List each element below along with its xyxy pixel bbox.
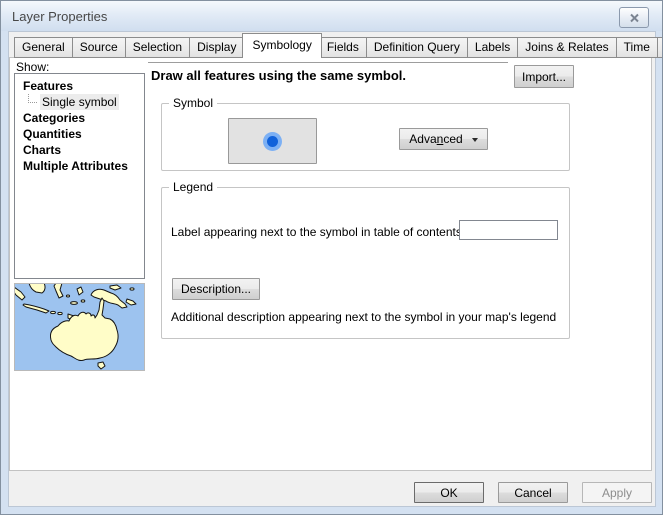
toc-label-input[interactable] <box>459 220 558 240</box>
description-button[interactable]: Description... <box>172 278 260 300</box>
toc-label-caption: Label appearing next to the symbol in ta… <box>171 225 465 239</box>
layer-properties-dialog: Layer Properties General Source Selectio… <box>0 0 663 515</box>
titlebar[interactable]: Layer Properties <box>1 1 662 31</box>
tab-source[interactable]: Source <box>73 37 126 58</box>
advanced-dropdown-button[interactable]: Advanced <box>399 128 488 150</box>
point-symbol-icon <box>263 132 282 151</box>
tree-item-single-symbol[interactable]: Single symbol <box>15 94 144 110</box>
dropdown-arrow-icon <box>472 138 478 145</box>
import-button[interactable]: Import... <box>514 65 574 88</box>
symbol-groupbox: Symbol <box>161 103 570 171</box>
additional-description-caption: Additional description appearing next to… <box>171 310 556 324</box>
tab-symbology[interactable]: Symbology <box>242 33 321 58</box>
window-title: Layer Properties <box>12 9 107 24</box>
close-button[interactable] <box>619 7 649 28</box>
tab-labels[interactable]: Labels <box>468 37 518 58</box>
method-description: Draw all features using the same symbol. <box>151 68 406 83</box>
map-preview <box>14 283 145 371</box>
show-tree: Features Single symbol Categories Quanti… <box>14 73 145 279</box>
ok-button[interactable]: OK <box>414 482 484 503</box>
tree-item-features[interactable]: Features <box>15 78 144 94</box>
tree-item-label-selected: Single symbol <box>40 94 119 110</box>
tab-display[interactable]: Display <box>190 37 244 58</box>
tab-general[interactable]: General <box>14 37 73 58</box>
tab-joins-relates[interactable]: Joins & Relates <box>518 37 616 58</box>
apply-button[interactable]: Apply <box>582 482 652 503</box>
show-label: Show: <box>16 60 49 74</box>
tree-item-multiple-attributes[interactable]: Multiple Attributes <box>15 158 144 174</box>
tree-item-categories[interactable]: Categories <box>15 110 144 126</box>
tab-fields[interactable]: Fields <box>320 37 367 58</box>
cancel-button[interactable]: Cancel <box>498 482 568 503</box>
symbol-preview-button[interactable] <box>228 118 317 164</box>
tree-elbow-icon <box>28 94 37 103</box>
tab-html-popup[interactable]: HTML Popup <box>658 37 663 58</box>
header-separator <box>148 62 508 64</box>
tab-definition-query[interactable]: Definition Query <box>367 37 468 58</box>
legend-group-title: Legend <box>169 180 217 194</box>
tree-item-quantities[interactable]: Quantities <box>15 126 144 142</box>
tab-strip: General Source Selection Display Symbolo… <box>14 33 663 58</box>
close-icon <box>629 13 640 23</box>
tab-time[interactable]: Time <box>617 37 658 58</box>
tree-item-charts[interactable]: Charts <box>15 142 144 158</box>
symbol-group-title: Symbol <box>169 96 217 110</box>
tab-selection[interactable]: Selection <box>126 37 190 58</box>
